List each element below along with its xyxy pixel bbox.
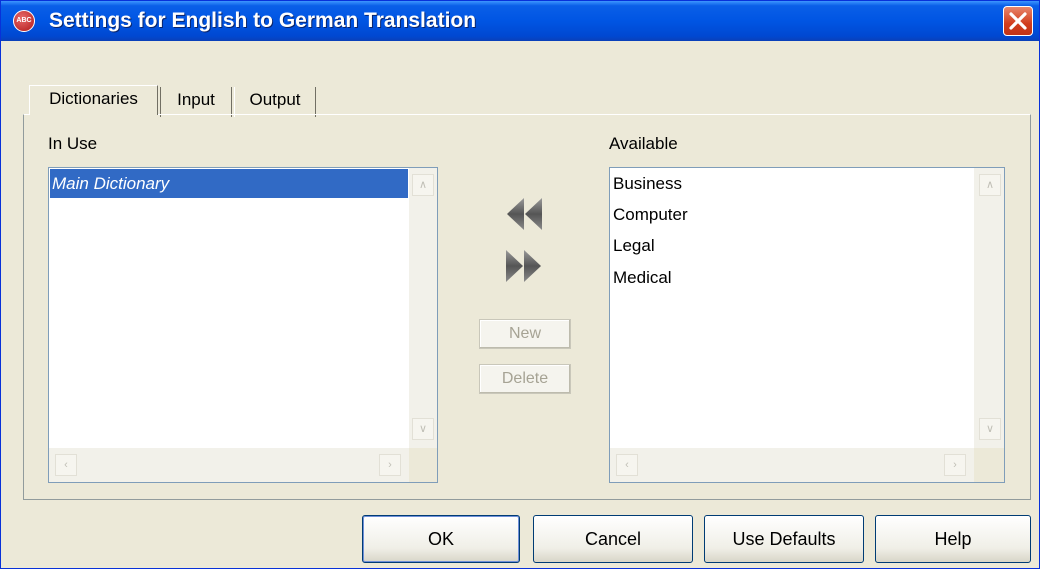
scroll-right-button[interactable]: ›	[944, 454, 966, 476]
scroll-left-button[interactable]: ‹	[55, 454, 77, 476]
double-arrow-left-icon	[507, 198, 542, 230]
tab-dictionaries-label: Dictionaries	[49, 89, 138, 108]
available-label: Available	[609, 134, 678, 153]
settings-dialog: ABC Settings for English to German Trans…	[0, 0, 1040, 569]
scrollbar-corner	[974, 448, 1004, 482]
tab-input-label: Input	[177, 90, 215, 109]
scroll-right-button[interactable]: ›	[379, 454, 401, 476]
list-item-medical[interactable]: Medical	[611, 263, 672, 292]
cancel-button[interactable]: Cancel	[533, 515, 693, 563]
available-list[interactable]: Business Computer Legal Medical ∧ ∨ ‹ ›	[609, 167, 1005, 483]
list-item-computer[interactable]: Computer	[611, 200, 688, 229]
ok-button[interactable]: OK	[362, 515, 520, 563]
chevron-left-icon: ‹	[64, 459, 68, 471]
close-icon	[1009, 12, 1027, 30]
list-item-main-dictionary[interactable]: Main Dictionary	[50, 169, 408, 198]
scroll-up-button[interactable]: ∧	[412, 174, 434, 196]
title-bar[interactable]: ABC Settings for English to German Trans…	[1, 1, 1039, 41]
scroll-up-button[interactable]: ∧	[979, 174, 1001, 196]
double-arrow-right-icon	[506, 250, 541, 282]
app-icon: ABC	[13, 10, 35, 32]
close-button[interactable]	[1003, 6, 1033, 36]
scroll-down-button[interactable]: ∨	[979, 418, 1001, 440]
scrollbar-corner	[409, 448, 437, 482]
tab-output[interactable]: Output	[234, 87, 316, 117]
delete-button[interactable]: Delete	[479, 364, 571, 394]
chevron-right-icon: ›	[953, 459, 957, 471]
tab-input[interactable]: Input	[160, 87, 232, 117]
move-to-in-use-button[interactable]	[504, 196, 544, 232]
in-use-horizontal-scrollbar[interactable]: ‹ ›	[49, 448, 409, 482]
available-vertical-scrollbar[interactable]: ∧ ∨	[974, 168, 1004, 448]
move-to-available-button[interactable]	[504, 248, 544, 284]
in-use-list[interactable]: Main Dictionary ∧ ∨ ‹ ›	[48, 167, 438, 483]
in-use-label: In Use	[48, 134, 98, 153]
list-item-business[interactable]: Business	[611, 169, 682, 198]
scroll-left-button[interactable]: ‹	[616, 454, 638, 476]
tab-output-label: Output	[249, 90, 301, 109]
new-button[interactable]: New	[479, 319, 571, 349]
window-title: Settings for English to German Translati…	[49, 9, 477, 32]
chevron-up-icon: ∧	[985, 179, 995, 191]
chevron-down-icon: ∨	[418, 423, 428, 435]
available-horizontal-scrollbar[interactable]: ‹ ›	[610, 448, 974, 482]
list-item-legal[interactable]: Legal	[611, 231, 655, 260]
chevron-left-icon: ‹	[625, 459, 629, 471]
use-defaults-button[interactable]: Use Defaults	[704, 515, 864, 563]
in-use-vertical-scrollbar[interactable]: ∧ ∨	[409, 168, 437, 448]
tab-dictionaries[interactable]: Dictionaries	[29, 85, 158, 115]
scroll-down-button[interactable]: ∨	[412, 418, 434, 440]
chevron-right-icon: ›	[388, 459, 392, 471]
help-button[interactable]: Help	[875, 515, 1031, 563]
chevron-down-icon: ∨	[985, 423, 995, 435]
chevron-up-icon: ∧	[418, 179, 428, 191]
